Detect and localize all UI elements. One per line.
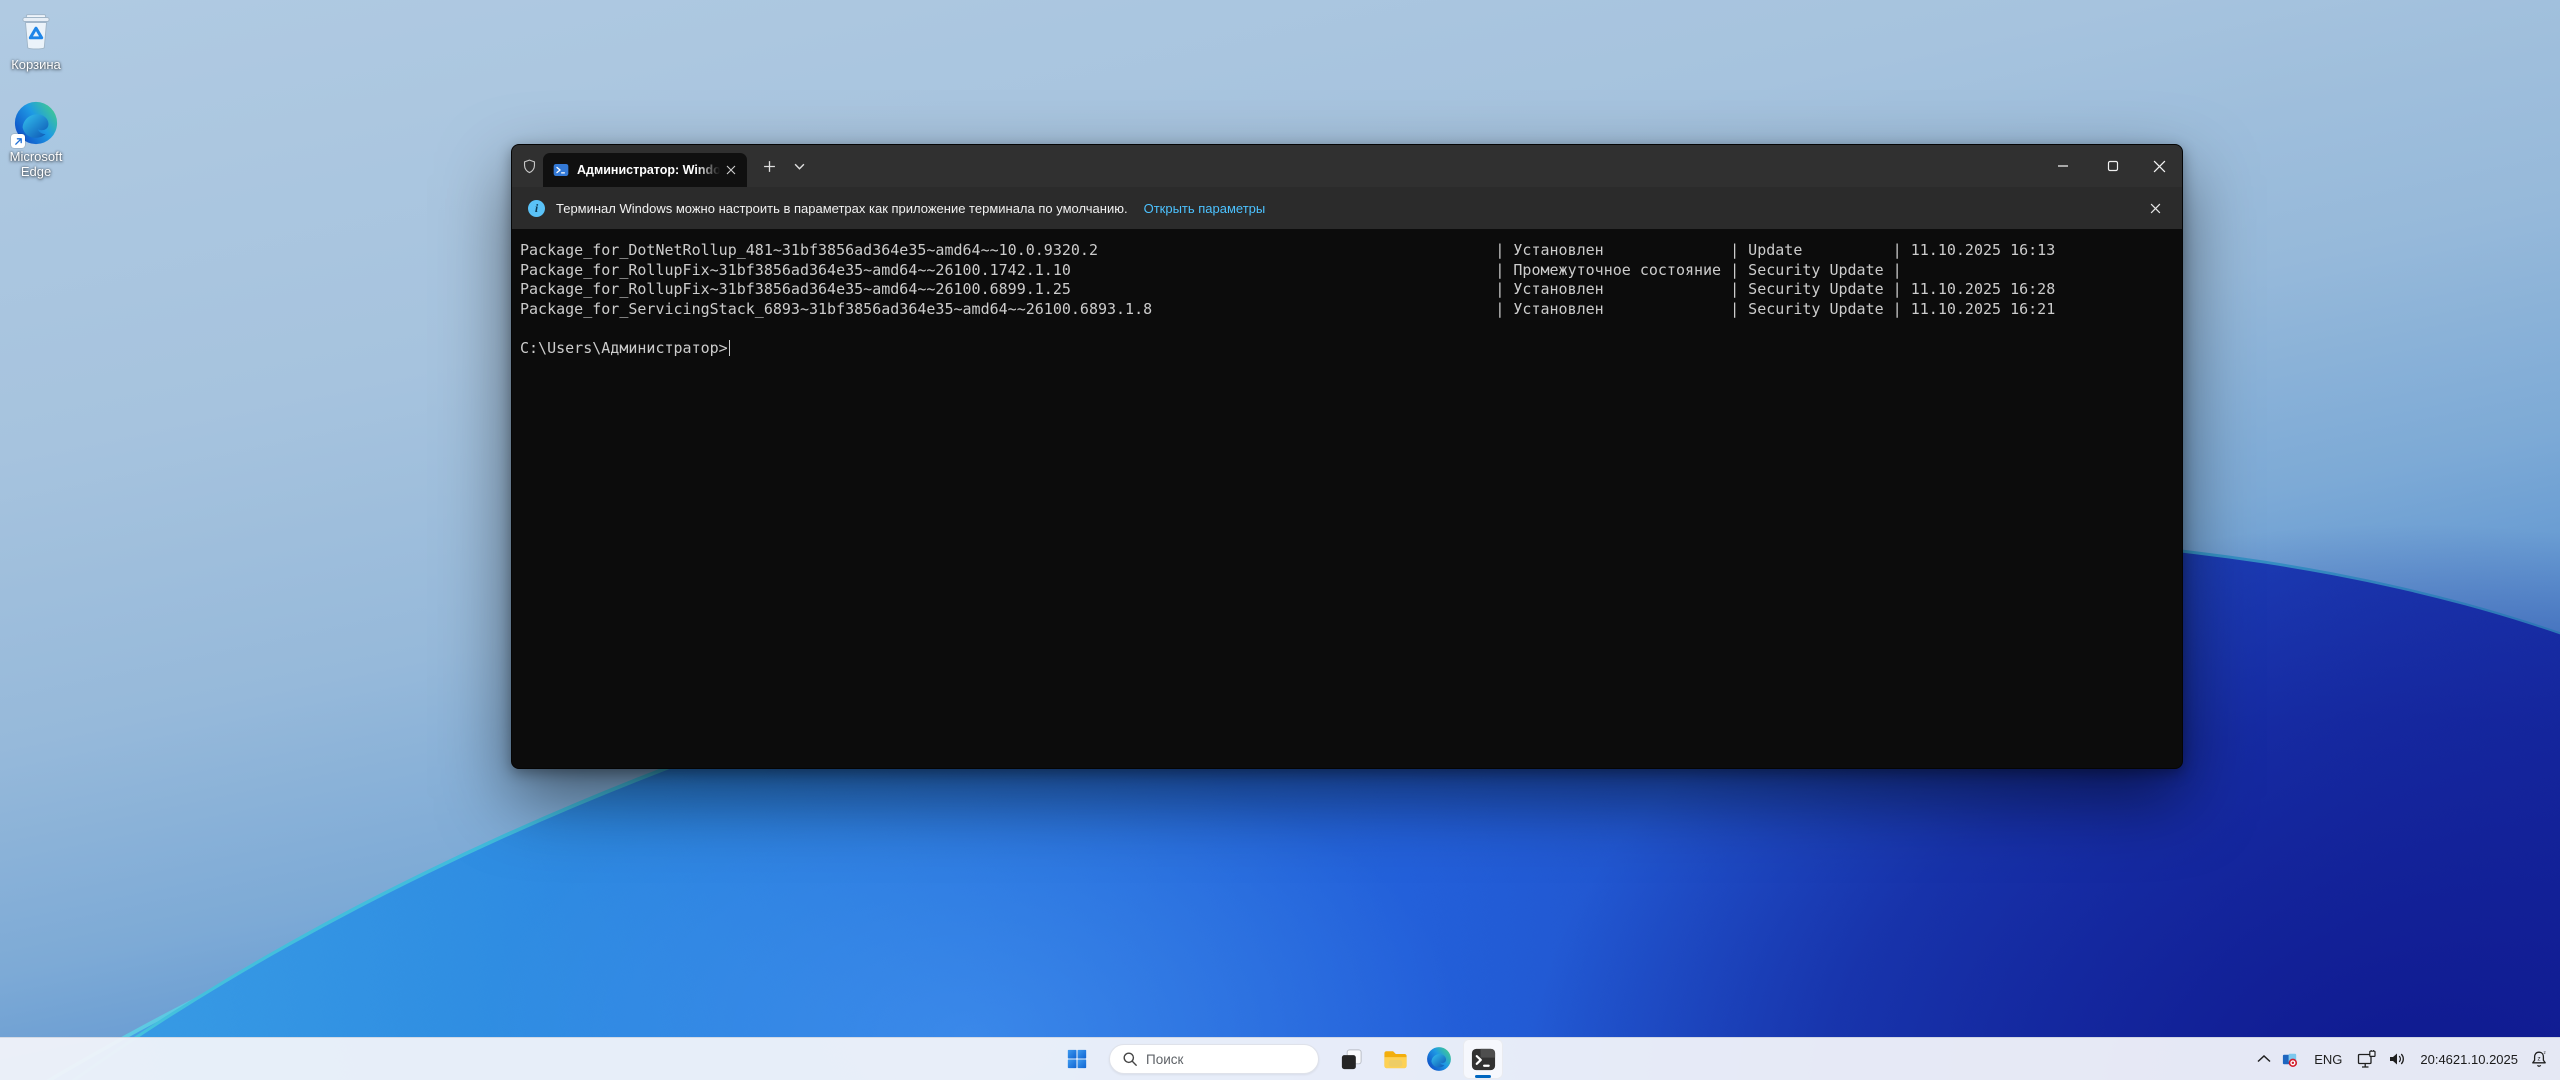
bell-dnd-icon: z z bbox=[2532, 1050, 2546, 1067]
terminal-tab[interactable]: Администратор: Windows Po bbox=[543, 153, 747, 187]
minimize-button[interactable] bbox=[2040, 145, 2086, 187]
terminal-titlebar[interactable]: Администратор: Windows Po bbox=[512, 145, 2182, 187]
ethernet-icon bbox=[2358, 1049, 2376, 1068]
edge-button[interactable] bbox=[1419, 1039, 1459, 1079]
tray-date: 21.10.2025 bbox=[2452, 1051, 2518, 1067]
powershell-icon bbox=[553, 164, 569, 176]
start-button[interactable] bbox=[1057, 1039, 1097, 1079]
taskbar-search[interactable] bbox=[1109, 1044, 1319, 1074]
desktop-icon-label: Корзина bbox=[11, 57, 61, 72]
notification-center-button[interactable]: z z bbox=[2524, 1042, 2554, 1076]
banner-message: Терминал Windows можно настроить в парам… bbox=[556, 200, 1128, 216]
file-explorer-icon bbox=[1383, 1050, 1407, 1068]
tray-expand-button[interactable] bbox=[2252, 1042, 2276, 1076]
volume-button[interactable] bbox=[2382, 1042, 2412, 1076]
terminal-output-line: Package_for_DotNetRollup_481~31bf3856ad3… bbox=[520, 241, 2056, 259]
recycle-bin-icon bbox=[22, 14, 50, 50]
terminal-output-line: Package_for_RollupFix~31bf3856ad364e35~a… bbox=[520, 280, 2056, 298]
tab-dropdown-button[interactable] bbox=[784, 145, 814, 187]
svg-text:z: z bbox=[2537, 1056, 2540, 1063]
terminal-prompt-line: C:\Users\Администратор> bbox=[520, 339, 2182, 359]
desktop-icon-recycle-bin[interactable]: Корзина bbox=[2, 12, 70, 72]
shortcut-arrow-icon bbox=[11, 134, 25, 148]
terminal-window: Администратор: Windows Po i Терминал Win… bbox=[511, 144, 2183, 769]
taskbar: ENG 20:46 21.10.2025 z z bbox=[0, 1037, 2560, 1080]
tray-device-button[interactable] bbox=[2276, 1042, 2305, 1076]
language-indicator[interactable]: ENG bbox=[2305, 1042, 2351, 1076]
clock[interactable]: 20:46 21.10.2025 bbox=[2412, 1042, 2524, 1076]
terminal-icon bbox=[1471, 1048, 1495, 1070]
device-status-icon bbox=[2283, 1053, 2298, 1067]
desktop-icon-label: Microsoft Edge bbox=[9, 149, 63, 179]
tab-title: Администратор: Windows Po bbox=[577, 163, 723, 177]
new-tab-button[interactable] bbox=[754, 145, 784, 187]
terminal-content[interactable]: Package_for_DotNetRollup_481~31bf3856ad3… bbox=[512, 229, 2182, 768]
admin-shield-icon bbox=[523, 159, 536, 174]
edge-icon bbox=[1427, 1047, 1451, 1071]
terminal-prompt: C:\Users\Администратор> bbox=[520, 338, 728, 357]
maximize-button[interactable] bbox=[2090, 145, 2136, 187]
open-settings-link[interactable]: Открыть параметры bbox=[1144, 201, 1266, 216]
chevron-up-icon bbox=[2257, 1055, 2271, 1063]
terminal-output-line: Package_for_ServicingStack_6893~31bf3856… bbox=[520, 299, 2056, 318]
task-view-button[interactable] bbox=[1331, 1039, 1371, 1079]
close-button[interactable] bbox=[2136, 145, 2182, 187]
banner-close-icon[interactable] bbox=[2142, 187, 2168, 229]
terminal-output-line: Package_for_RollupFix~31bf3856ad364e35~a… bbox=[520, 260, 1902, 279]
search-icon bbox=[1123, 1052, 1137, 1066]
terminal-output: Package_for_DotNetRollup_481~31bf3856ad3… bbox=[520, 241, 2182, 319]
speaker-icon bbox=[2390, 1053, 2405, 1065]
terminal-button[interactable] bbox=[1463, 1039, 1503, 1079]
svg-text:z: z bbox=[2543, 1050, 2546, 1055]
network-button[interactable] bbox=[2351, 1042, 2382, 1076]
search-input[interactable] bbox=[1109, 1044, 1319, 1074]
info-icon: i bbox=[528, 199, 545, 217]
tray-time: 20:46 bbox=[2420, 1051, 2453, 1067]
terminal-cursor bbox=[728, 340, 731, 357]
file-explorer-button[interactable] bbox=[1375, 1039, 1415, 1079]
task-view-icon bbox=[1341, 1048, 1362, 1069]
default-terminal-banner: i Терминал Windows можно настроить в пар… bbox=[512, 187, 2182, 229]
tab-close-icon[interactable] bbox=[723, 162, 739, 178]
windows-logo-icon bbox=[1067, 1049, 1087, 1069]
desktop-icon-microsoft-edge[interactable]: Microsoft Edge bbox=[2, 100, 70, 179]
